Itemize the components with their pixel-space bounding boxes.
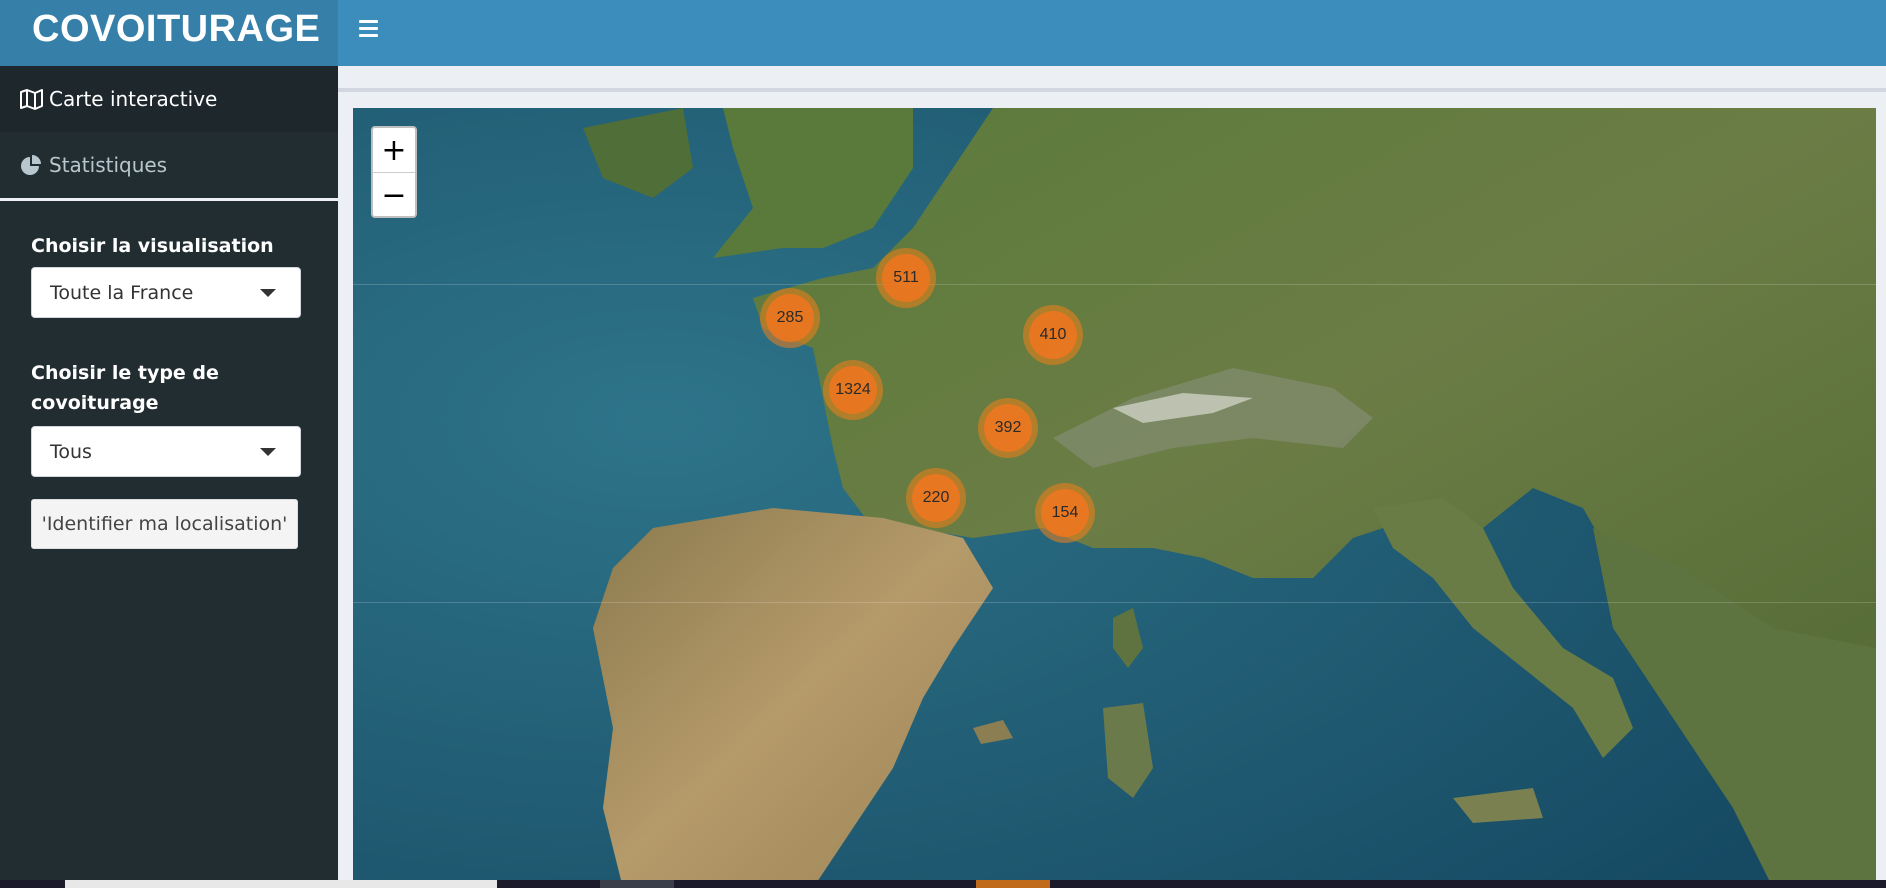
- zoom-control: + −: [371, 126, 417, 218]
- map-cluster-marker[interactable]: 392: [978, 398, 1038, 458]
- os-taskbar: [0, 880, 1886, 888]
- zoom-in-button[interactable]: +: [373, 128, 415, 173]
- app-logo[interactable]: COVOITURAGE: [0, 0, 338, 66]
- caret-down-icon: [260, 289, 276, 297]
- map-cluster-marker[interactable]: 220: [906, 468, 966, 528]
- cluster-count: 285: [766, 294, 814, 342]
- map[interactable]: + − 511 285 410 1324 392 220 154: [353, 108, 1876, 888]
- tile-seam: [353, 602, 1876, 603]
- taskbar-search[interactable]: [65, 880, 497, 888]
- taskbar-app[interactable]: [976, 880, 1050, 888]
- map-cluster-marker[interactable]: 154: [1035, 483, 1095, 543]
- cluster-count: 220: [912, 474, 960, 522]
- visualisation-label: Choisir la visualisation: [31, 235, 274, 257]
- taskbar-app[interactable]: [600, 880, 674, 888]
- type-label-line1: Choisir le type de: [31, 362, 219, 384]
- zoom-out-button[interactable]: −: [373, 173, 415, 216]
- cluster-count: 392: [984, 404, 1032, 452]
- map-cluster-marker[interactable]: 410: [1023, 305, 1083, 365]
- type-selected-value: Tous: [50, 440, 92, 463]
- locate-button[interactable]: 'Identifier ma localisation': [31, 499, 298, 549]
- type-label-line2: covoiturage: [31, 392, 159, 414]
- tile-seam: [353, 284, 1876, 285]
- cluster-count: 410: [1029, 311, 1077, 359]
- visualisation-select[interactable]: Toute la France: [31, 267, 301, 318]
- caret-down-icon: [260, 448, 276, 456]
- visualisation-selected-value: Toute la France: [50, 281, 194, 304]
- top-navbar: [338, 0, 1886, 66]
- cluster-count: 1324: [829, 366, 877, 414]
- sidebar-item-label: Carte interactive: [49, 87, 218, 111]
- cluster-count: 511: [882, 254, 930, 302]
- map-icon: [19, 88, 45, 110]
- map-cluster-marker[interactable]: 511: [876, 248, 936, 308]
- map-cluster-marker[interactable]: 1324: [823, 360, 883, 420]
- type-select[interactable]: Tous: [31, 426, 301, 477]
- cluster-count: 154: [1041, 489, 1089, 537]
- sidebar-item-statistiques[interactable]: Statistiques: [0, 132, 338, 198]
- sidebar-toggle-icon[interactable]: [357, 17, 381, 39]
- map-cluster-marker[interactable]: 285: [760, 288, 820, 348]
- sidebar: Carte interactive Statistiques Choisir l…: [0, 66, 338, 888]
- content-header-strip: [338, 88, 1886, 92]
- controls-panel: Choisir la visualisation Toute la France…: [0, 201, 338, 549]
- satellite-tiles: [353, 108, 1876, 888]
- pie-chart-icon: [19, 154, 45, 176]
- type-label: Choisir le type de covoiturage: [31, 358, 301, 418]
- sidebar-item-label: Statistiques: [49, 153, 168, 177]
- sidebar-item-carte-interactive[interactable]: Carte interactive: [0, 66, 338, 132]
